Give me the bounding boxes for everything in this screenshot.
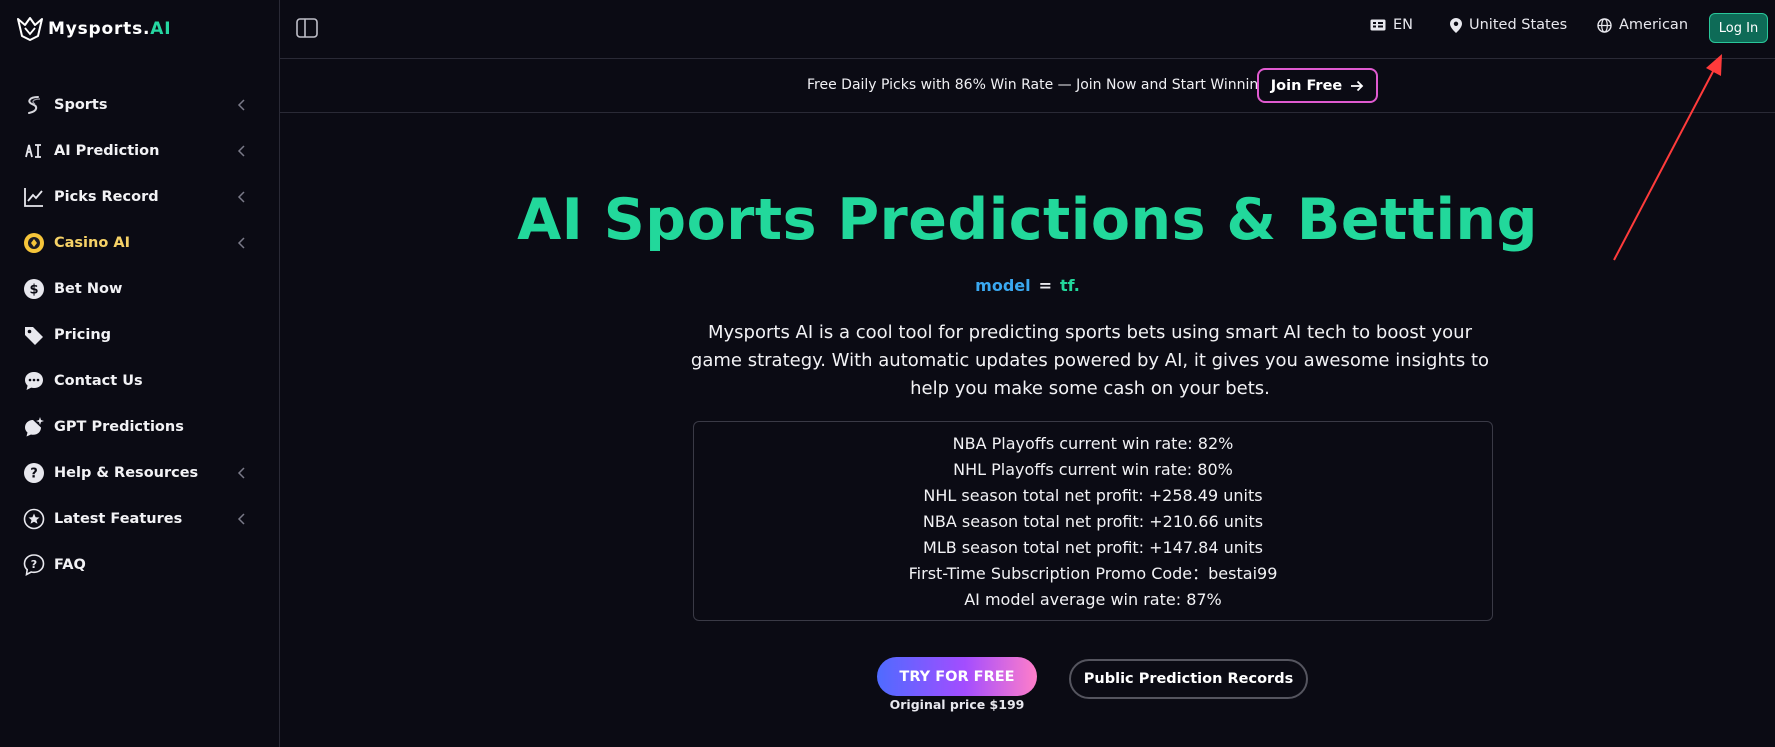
- chat-icon: [22, 369, 46, 393]
- dollar-icon: $: [22, 277, 46, 301]
- annotation-arrow-icon: [1613, 54, 1722, 261]
- region-label: United States: [1469, 17, 1568, 33]
- odds-format-selector[interactable]: American: [1597, 17, 1688, 33]
- page-title: AI Sports Predictions & Betting: [517, 187, 1538, 253]
- sidebar-item-label: Latest Features: [54, 511, 183, 527]
- sidebar-item-ai-prediction[interactable]: AI Prediction: [0, 128, 280, 174]
- globe-icon: [1597, 17, 1612, 33]
- chevron-left-icon: [237, 191, 245, 203]
- stat-line: NHL season total net profit: +258.49 uni…: [923, 486, 1263, 505]
- join-free-button[interactable]: Join Free: [1257, 68, 1378, 103]
- svg-text:$: $: [29, 283, 38, 298]
- chart-line-icon: [22, 185, 46, 209]
- model-line: model = tf.: [280, 276, 1775, 295]
- stats-box: NBA Playoffs current win rate: 82% NHL P…: [693, 421, 1493, 621]
- sports-icon: [22, 93, 46, 117]
- try-for-free-button[interactable]: TRY FOR FREE: [877, 657, 1037, 696]
- sidebar-item-label: Casino AI: [54, 235, 130, 251]
- odds-format-label: American: [1619, 17, 1689, 33]
- stat-line: AI model average win rate: 87%: [964, 590, 1222, 609]
- stat-line: NBA Playoffs current win rate: 82%: [952, 434, 1234, 453]
- sidebar-item-gpt-predictions[interactable]: GPT Predictions: [0, 404, 280, 450]
- promo-code-line: First-Time Subscription Promo Code：besta…: [908, 564, 1278, 583]
- logo-mark-icon: [17, 17, 43, 41]
- public-records-button[interactable]: Public Prediction Records: [1069, 659, 1308, 699]
- sidebar-item-help-resources[interactable]: ? Help & Resources: [0, 450, 280, 496]
- sidebar-item-faq[interactable]: ? FAQ: [0, 542, 280, 588]
- location-pin-icon: [1450, 17, 1462, 33]
- language-label: EN: [1393, 17, 1414, 33]
- help-icon: ?: [22, 461, 46, 485]
- sidebar-item-label: Pricing: [54, 327, 112, 343]
- promo-banner: Free Daily Picks with 86% Win Rate — Joi…: [280, 60, 1775, 113]
- chevron-left-icon: [237, 237, 245, 249]
- sidebar-item-picks-record[interactable]: Picks Record: [0, 174, 280, 220]
- chevron-left-icon: [237, 513, 245, 525]
- sidebar-item-label: AI Prediction: [54, 143, 160, 159]
- sidebar-item-label: FAQ: [54, 557, 86, 573]
- sidebar-item-label: Help & Resources: [54, 465, 199, 481]
- stat-line: MLB season total net profit: +147.84 uni…: [923, 538, 1263, 557]
- ai-icon: [22, 139, 46, 163]
- sidebar-toggle-icon[interactable]: [296, 18, 318, 38]
- sidebar-item-sports[interactable]: Sports: [0, 82, 280, 128]
- hero-description: Mysports AI is a cool tool for predictin…: [690, 322, 1490, 399]
- sparkle-chat-icon: [22, 415, 46, 439]
- sidebar-item-label: Bet Now: [54, 281, 123, 297]
- sidebar-item-label: GPT Predictions: [54, 419, 184, 435]
- sidebar: Mysports.AI Sports AI Prediction Picks R…: [0, 0, 280, 747]
- top-bar: EN United States American Log In: [280, 0, 1775, 59]
- language-icon: [1370, 19, 1386, 31]
- sidebar-item-latest-features[interactable]: Latest Features: [0, 496, 280, 542]
- login-button[interactable]: Log In: [1709, 13, 1768, 43]
- stat-line: NBA season total net profit: +210.66 uni…: [922, 512, 1264, 531]
- model-key: model: [975, 276, 1031, 295]
- sidebar-item-pricing[interactable]: Pricing: [0, 312, 280, 358]
- casino-chip-icon: [22, 231, 46, 255]
- model-equals: =: [1038, 276, 1053, 295]
- chevron-left-icon: [237, 467, 245, 479]
- svg-text:?: ?: [30, 467, 38, 482]
- sidebar-item-label: Picks Record: [54, 189, 159, 205]
- original-price: Original price $199: [889, 697, 1025, 712]
- join-free-label: Join Free: [1270, 77, 1343, 94]
- sidebar-nav: Sports AI Prediction Picks Record Casino…: [0, 82, 280, 588]
- language-selector[interactable]: EN: [1370, 17, 1413, 33]
- sidebar-item-label: Sports: [54, 97, 108, 113]
- stat-line: NHL Playoffs current win rate: 80%: [953, 460, 1233, 479]
- promo-text: Free Daily Picks with 86% Win Rate — Joi…: [807, 77, 1273, 93]
- sidebar-item-contact-us[interactable]: Contact Us: [0, 358, 280, 404]
- sidebar-item-bet-now[interactable]: $ Bet Now: [0, 266, 280, 312]
- sidebar-item-label: Contact Us: [54, 373, 143, 389]
- star-icon: [22, 507, 46, 531]
- arrow-right-icon: [1351, 80, 1364, 91]
- tag-icon: [22, 323, 46, 347]
- chevron-left-icon: [237, 99, 245, 111]
- region-selector[interactable]: United States: [1450, 17, 1567, 33]
- brand-logo[interactable]: Mysports.AI: [16, 16, 171, 42]
- faq-icon: ?: [22, 553, 46, 577]
- sidebar-item-casino-ai[interactable]: Casino AI: [0, 220, 280, 266]
- chevron-left-icon: [237, 145, 245, 157]
- model-value: tf.: [1060, 276, 1080, 295]
- svg-text:?: ?: [31, 558, 37, 571]
- brand-name: Mysports.AI: [48, 19, 172, 39]
